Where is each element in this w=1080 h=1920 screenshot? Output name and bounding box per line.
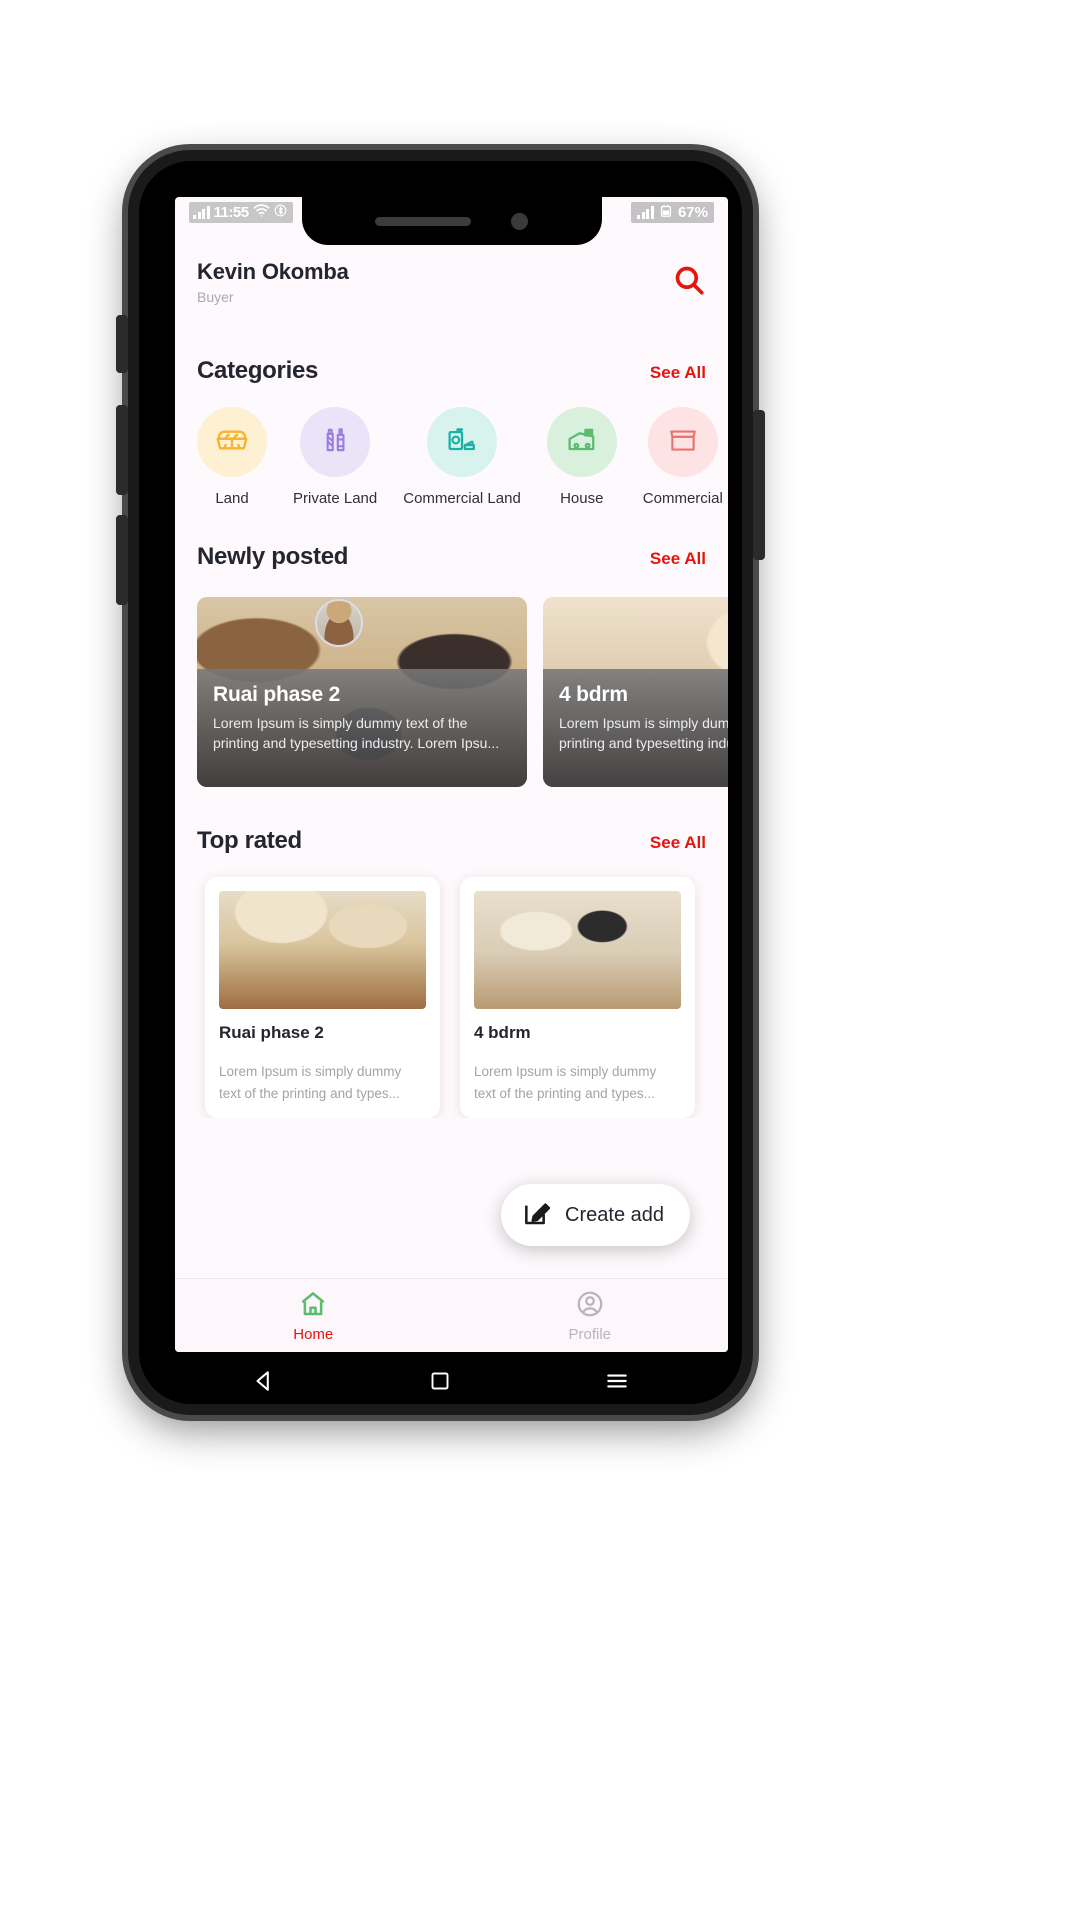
categories-section-header: Categories See All: [175, 357, 728, 385]
phone-screen: 11:55 67% Kevin Okomba Buyer Categories …: [175, 197, 728, 1352]
user-info-block: Kevin Okomba Buyer: [197, 259, 349, 305]
category-icon-bg: [546, 407, 617, 477]
newly-posted-see-all[interactable]: See All: [650, 549, 706, 569]
volume-down-button[interactable]: [116, 515, 128, 605]
card-title: 4 bdrm: [474, 1023, 531, 1042]
cash-house-icon: [564, 422, 600, 463]
shop-icon: [666, 423, 700, 462]
signal-bars-icon: [193, 205, 210, 219]
card-title: Ruai phase 2: [219, 1023, 324, 1042]
category-label: House: [560, 490, 604, 507]
volume-up-button[interactable]: [116, 405, 128, 495]
battery-icon: [659, 204, 673, 221]
app-content: Kevin Okomba Buyer Categories See All La…: [175, 227, 728, 1352]
android-system-nav: [175, 1352, 706, 1404]
user-role: Buyer: [197, 289, 234, 305]
hamburger-recents-icon[interactable]: [604, 1368, 630, 1394]
battery-level: 67%: [677, 203, 708, 221]
categories-title: Categories: [197, 357, 319, 384]
card-description: Lorem Ipsum is simply dummy text of the …: [474, 1064, 657, 1101]
phone-inner-bezel: 11:55 67% Kevin Okomba Buyer Categories …: [139, 161, 742, 1404]
nav-item-profile[interactable]: Profile: [452, 1289, 729, 1343]
nav-label-home: Home: [293, 1325, 334, 1343]
modern-living-room-photo: [474, 891, 681, 1009]
egg-carton-icon: [213, 421, 251, 464]
newly-posted-list[interactable]: Ruai phase 2 Lorem Ipsum is simply dummy…: [175, 571, 728, 787]
top-rated-title: Top rated: [197, 827, 302, 854]
status-bar-right: 67%: [631, 201, 714, 223]
category-icon-bg: [300, 407, 371, 477]
bottom-navigation: Home Profile: [175, 1278, 728, 1352]
status-bar: 11:55 67%: [175, 197, 728, 227]
category-item-commercial[interactable]: Commercial: [643, 407, 723, 507]
top-rated-list[interactable]: Ruai phase 2 Lorem Ipsum is simply dummy…: [175, 855, 728, 1119]
category-label: Commercial: [642, 490, 723, 507]
category-item-commercial-land[interactable]: Commercial Land: [403, 407, 521, 507]
newly-posted-card-overlay: Ruai phase 2 Lorem Ipsum is simply dummy…: [197, 669, 527, 787]
category-item-house[interactable]: House: [546, 407, 617, 507]
power-button[interactable]: [753, 410, 765, 560]
categories-list[interactable]: Land Private Land Commercial Land House …: [175, 385, 728, 507]
top-rated-see-all[interactable]: See All: [650, 833, 706, 853]
card-description: Lorem Ipsum is simply dummy text of the …: [219, 1064, 402, 1101]
home-icon: [298, 1291, 328, 1323]
categories-see-all[interactable]: See All: [650, 363, 706, 383]
create-add-label: Create add: [565, 1203, 664, 1226]
card-title: Ruai phase 2: [213, 683, 341, 706]
category-icon-bg: [647, 407, 718, 477]
newly-posted-card-overlay: 4 bdrm Lorem Ipsum is simply dummy text …: [543, 669, 728, 787]
category-icon-bg: [197, 407, 267, 477]
top-rated-section-header: Top rated See All: [175, 827, 728, 855]
nav-label-profile: Profile: [568, 1325, 612, 1343]
top-rated-card[interactable]: 4 bdrm Lorem Ipsum is simply dummy text …: [460, 877, 695, 1119]
card-title: 4 bdrm: [559, 683, 628, 706]
newly-posted-title: Newly posted: [197, 543, 349, 570]
status-time: 11:55: [213, 203, 250, 221]
newly-posted-card[interactable]: 4 bdrm Lorem Ipsum is simply dummy text …: [543, 597, 728, 787]
newly-posted-section-header: Newly posted See All: [175, 543, 728, 571]
signal-bars-icon-2: [637, 205, 654, 219]
nav-item-home[interactable]: Home: [175, 1289, 452, 1343]
category-label: Private Land: [293, 490, 378, 507]
wifi-icon: [253, 203, 270, 221]
square-home-icon[interactable]: [428, 1369, 452, 1393]
category-icon-bg: [427, 407, 497, 477]
mute-switch-button[interactable]: [116, 315, 128, 373]
avatar[interactable]: [315, 599, 363, 647]
kitchen-island-photo: [219, 891, 426, 1009]
canned-food-icon: [444, 422, 480, 463]
phone-device-frame: 11:55 67% Kevin Okomba Buyer Categories …: [116, 150, 765, 1415]
profile-icon: [575, 1291, 605, 1323]
bluetooth-icon: [274, 204, 287, 221]
avatar-image: [317, 601, 361, 645]
category-label: Land: [215, 490, 249, 507]
category-label: Commercial Land: [403, 490, 521, 507]
bottles-icon: [317, 422, 353, 463]
status-bar-left: 11:55: [189, 201, 293, 223]
create-add-button[interactable]: Create add: [501, 1184, 690, 1246]
triangle-back-icon[interactable]: [251, 1368, 277, 1394]
top-rated-card[interactable]: Ruai phase 2 Lorem Ipsum is simply dummy…: [205, 877, 440, 1119]
search-icon[interactable]: [672, 263, 706, 297]
edit-square-icon: [521, 1197, 553, 1234]
card-description: Lorem Ipsum is simply dummy text of the …: [559, 715, 728, 752]
user-name: Kevin Okomba: [197, 259, 349, 284]
category-item-private-land[interactable]: Private Land: [293, 407, 377, 507]
card-description: Lorem Ipsum is simply dummy text of the …: [213, 715, 500, 752]
category-item-land[interactable]: Land: [197, 407, 267, 507]
